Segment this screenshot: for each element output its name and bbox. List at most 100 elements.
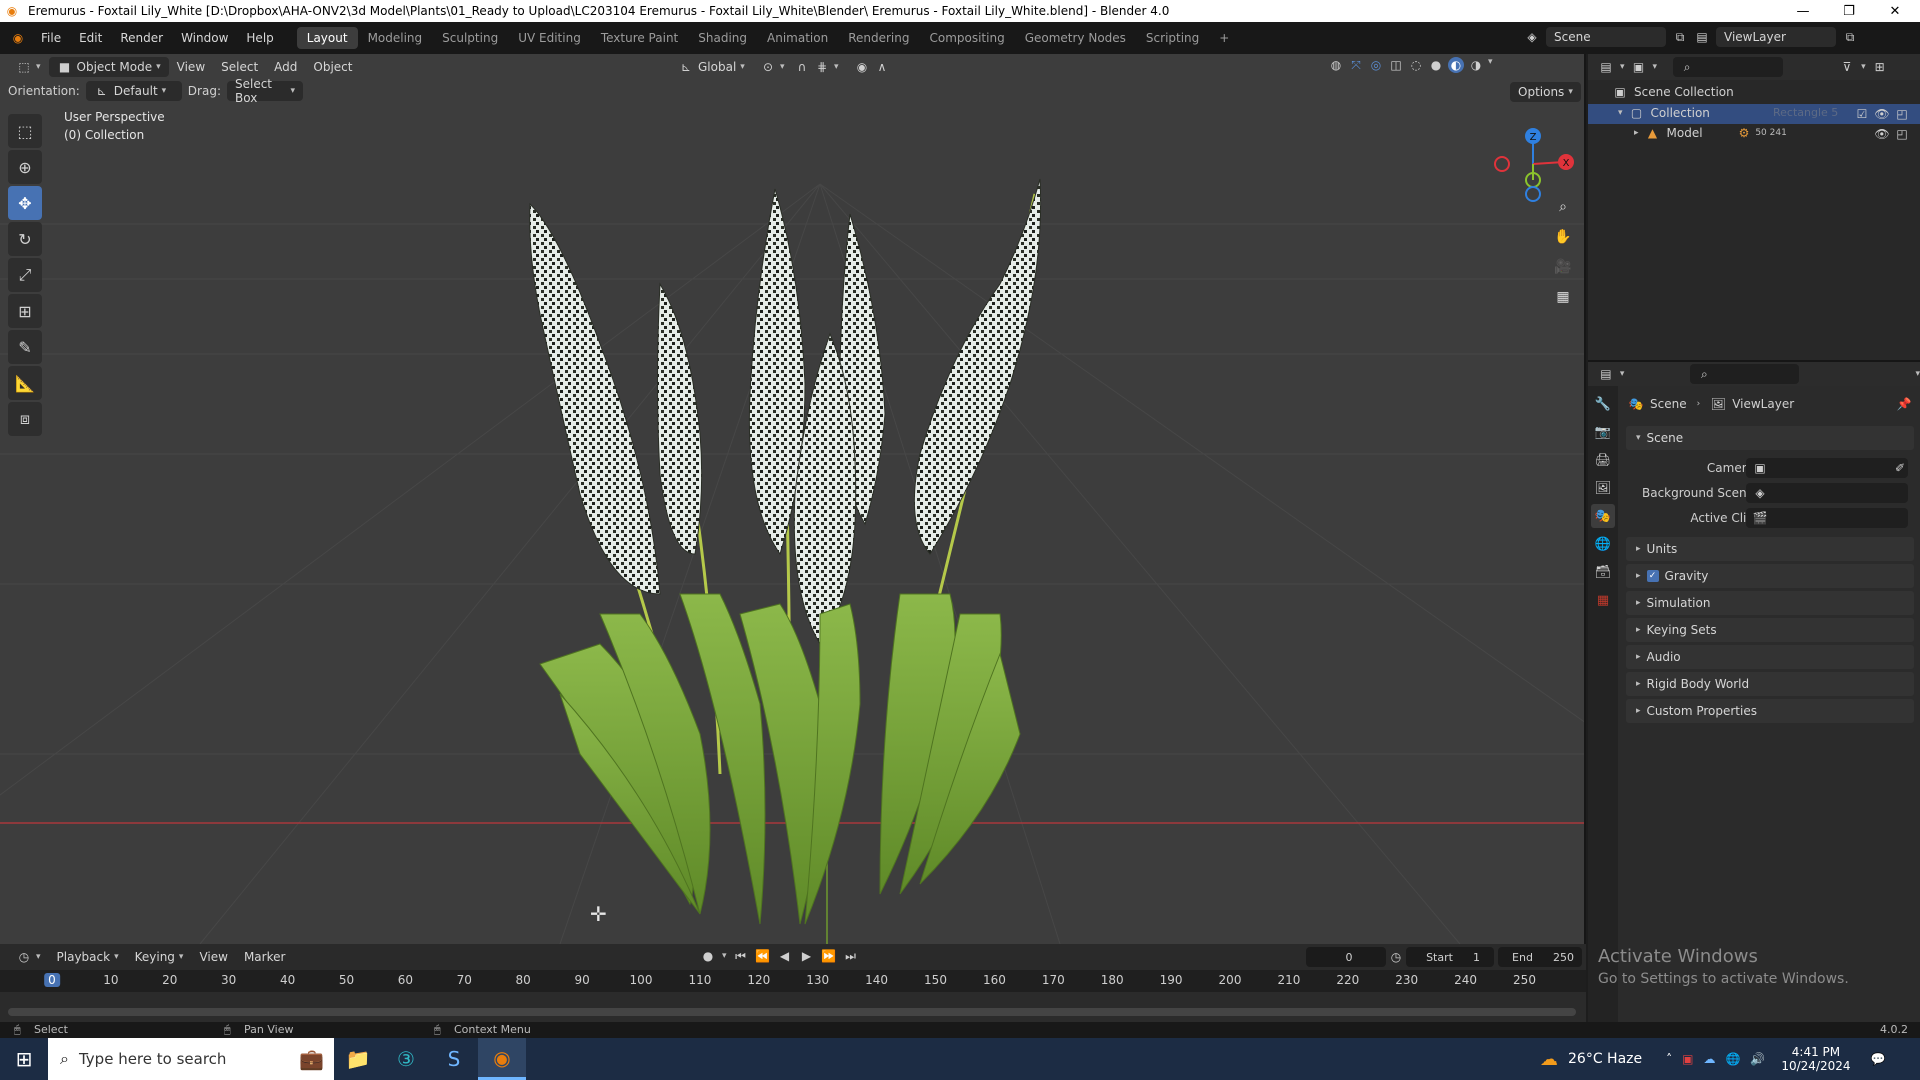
tab-sculpting[interactable]: Sculpting	[432, 27, 508, 49]
properties-options-icon[interactable]: ▾	[1915, 369, 1920, 379]
current-frame-indicator[interactable]: 0	[44, 973, 60, 987]
play-reverse-icon[interactable]: ◀	[777, 948, 793, 964]
world-tab-icon[interactable]: 🌐	[1591, 532, 1615, 556]
view-layer-icon[interactable]: ▤	[1694, 29, 1710, 45]
tab-uv-editing[interactable]: UV Editing	[508, 27, 591, 49]
cursor-tool[interactable]: ⊕	[8, 150, 42, 184]
properties-editor-icon[interactable]: ▤	[1598, 366, 1614, 382]
scale-tool[interactable]: ⤢	[8, 258, 42, 292]
options-button[interactable]: Options ▾	[1510, 82, 1581, 102]
collapse-chevron-icon[interactable]: ▾	[1618, 108, 1623, 118]
tray-chevron-icon[interactable]: ˄	[1666, 1052, 1672, 1066]
windows-start-icon[interactable]: ⊞	[0, 1038, 48, 1080]
preview-range-icon[interactable]: ◷	[1388, 949, 1404, 965]
new-scene-icon[interactable]: ⧉	[1672, 29, 1688, 45]
xray-icon[interactable]: ◫	[1388, 57, 1404, 73]
rendered-shading-icon[interactable]: ◑	[1468, 57, 1484, 73]
ortho-grid-icon[interactable]: ▦	[1550, 284, 1576, 310]
menu-render[interactable]: Render	[111, 31, 172, 45]
transform-tool[interactable]: ⊞	[8, 294, 42, 328]
3ds-max-icon[interactable]: ③	[382, 1038, 430, 1080]
rotate-tool[interactable]: ↻	[8, 222, 42, 256]
timeline-scrollbar[interactable]	[8, 1008, 1576, 1016]
tab-rendering[interactable]: Rendering	[838, 27, 919, 49]
view-layer-tab-icon[interactable]: 🖼	[1591, 476, 1615, 500]
timeline-menu-keying[interactable]: Keying ▾	[127, 947, 192, 967]
restore-button[interactable]: ❐	[1826, 0, 1872, 22]
frame-ruler[interactable]: 0 10 20 30 40 50 60 70 80 90 100 110 120 130 140 150 160…	[0, 970, 1586, 992]
render-camera-icon[interactable]: ◰	[1894, 106, 1910, 122]
taskbar-search[interactable]: ⌕ Type here to search 💼	[48, 1038, 334, 1080]
outliner-search[interactable]: ⌕	[1673, 57, 1784, 77]
scene-icon[interactable]: ◈	[1524, 29, 1540, 45]
keying-sets-panel[interactable]: ▸ Keying Sets	[1626, 618, 1914, 642]
snap-button[interactable]: ∩ ⋕ ▾	[786, 57, 847, 77]
end-frame-field[interactable]: End 250	[1498, 947, 1582, 967]
mode-selector[interactable]: ■ Object Mode ▾	[48, 57, 169, 77]
menu-window[interactable]: Window	[172, 31, 237, 45]
eye-icon[interactable]: 👁	[1874, 106, 1890, 122]
timeline-menu-playback[interactable]: Playback ▾	[49, 947, 127, 967]
camera-view-icon[interactable]: 🎥	[1550, 254, 1576, 280]
zoom-icon[interactable]: ⌕	[1550, 194, 1576, 220]
tab-compositing[interactable]: Compositing	[919, 27, 1014, 49]
jump-end-icon[interactable]: ⏭	[843, 948, 859, 964]
scene-tab-icon[interactable]: 🎭	[1591, 504, 1615, 528]
3d-viewport[interactable]: ⬚ ▾ ■ Object Mode ▾ View Select Add Object …	[0, 54, 1586, 944]
viewport-menu-add[interactable]: Add	[266, 57, 305, 77]
tray-app-icon[interactable]: ▣	[1682, 1052, 1693, 1066]
custom-properties-panel[interactable]: ▸ Custom Properties	[1626, 699, 1914, 723]
tab-geometry-nodes[interactable]: Geometry Nodes	[1015, 27, 1136, 49]
view-layer-selector[interactable]: ViewLayer	[1716, 27, 1836, 47]
tool-tab-icon[interactable]: 🔧	[1591, 392, 1615, 416]
model-eye-icon[interactable]: 👁	[1874, 126, 1890, 142]
briefcase-icon[interactable]: 💼	[299, 1047, 324, 1071]
menu-file[interactable]: File	[32, 31, 70, 45]
add-cube-tool[interactable]: ⧈	[8, 402, 42, 436]
units-panel[interactable]: ▸ Units	[1626, 537, 1914, 561]
tab-texture-paint[interactable]: Texture Paint	[591, 27, 688, 49]
start-frame-field[interactable]: Start 1	[1406, 947, 1494, 967]
scene-selector[interactable]: Scene	[1546, 27, 1666, 47]
tab-animation[interactable]: Animation	[757, 27, 838, 49]
render-tab-icon[interactable]: 📷	[1591, 420, 1615, 444]
minimize-button[interactable]: —	[1780, 0, 1826, 22]
visibility-icon[interactable]: ◍	[1328, 57, 1344, 73]
exclude-checkbox-icon[interactable]: ☑	[1854, 106, 1870, 122]
add-workspace-button[interactable]: +	[1209, 27, 1239, 49]
next-keyframe-icon[interactable]: ⏩	[821, 948, 837, 964]
audio-panel[interactable]: ▸ Audio	[1626, 645, 1914, 669]
viewport-menu-select[interactable]: Select	[213, 57, 266, 77]
menu-help[interactable]: Help	[237, 31, 282, 45]
volume-icon[interactable]: 🔊	[1750, 1052, 1765, 1066]
gizmo-toggle-icon[interactable]: ⤧	[1348, 57, 1364, 73]
blender-menu-icon[interactable]: ◉	[10, 30, 26, 46]
foxtail-lily-model[interactable]	[0, 54, 1586, 944]
select-box-tool[interactable]: ⬚	[8, 114, 42, 148]
jump-start-icon[interactable]: ⏮	[733, 948, 749, 964]
close-button[interactable]: ✕	[1872, 0, 1918, 22]
outliner-row-scene-collection[interactable]: ▣ Scene Collection	[1612, 84, 1733, 100]
filter-icon[interactable]: ⊽	[1839, 59, 1855, 75]
tab-scripting[interactable]: Scripting	[1136, 27, 1209, 49]
outliner-editor-icon[interactable]: ▤	[1598, 59, 1614, 75]
pan-hand-icon[interactable]: ✋	[1550, 224, 1576, 250]
outliner-row-model[interactable]: ▸ ▲ Model ⚙ 50 241	[1634, 125, 1787, 141]
scene-panel-header[interactable]: ▾ Scene	[1626, 426, 1914, 450]
eyedropper-icon[interactable]: ✐	[1892, 460, 1908, 476]
rigid-body-world-panel[interactable]: ▸ Rigid Body World	[1626, 672, 1914, 696]
orientation-selector[interactable]: ⊾ Default ▾	[85, 81, 182, 101]
move-tool[interactable]: ✥	[8, 186, 42, 220]
network-icon[interactable]: 🌐	[1725, 1052, 1740, 1066]
material-preview-icon[interactable]: ◐	[1448, 57, 1464, 73]
expand-chevron-icon[interactable]: ▸	[1634, 128, 1639, 138]
weather-icon[interactable]: ☁	[1540, 1049, 1558, 1070]
timeline-menu-view[interactable]: View	[191, 947, 235, 967]
prev-keyframe-icon[interactable]: ⏪	[755, 948, 771, 964]
viewport-menu-view[interactable]: View	[169, 57, 213, 77]
proportional-edit-button[interactable]: ◉ ∧	[846, 57, 898, 77]
model-render-icon[interactable]: ◰	[1894, 126, 1910, 142]
solid-shading-icon[interactable]: ●	[1428, 57, 1444, 73]
background-scene-field[interactable]: ◈	[1746, 483, 1908, 503]
editor-type-button[interactable]: ⬚ ▾	[8, 57, 49, 77]
